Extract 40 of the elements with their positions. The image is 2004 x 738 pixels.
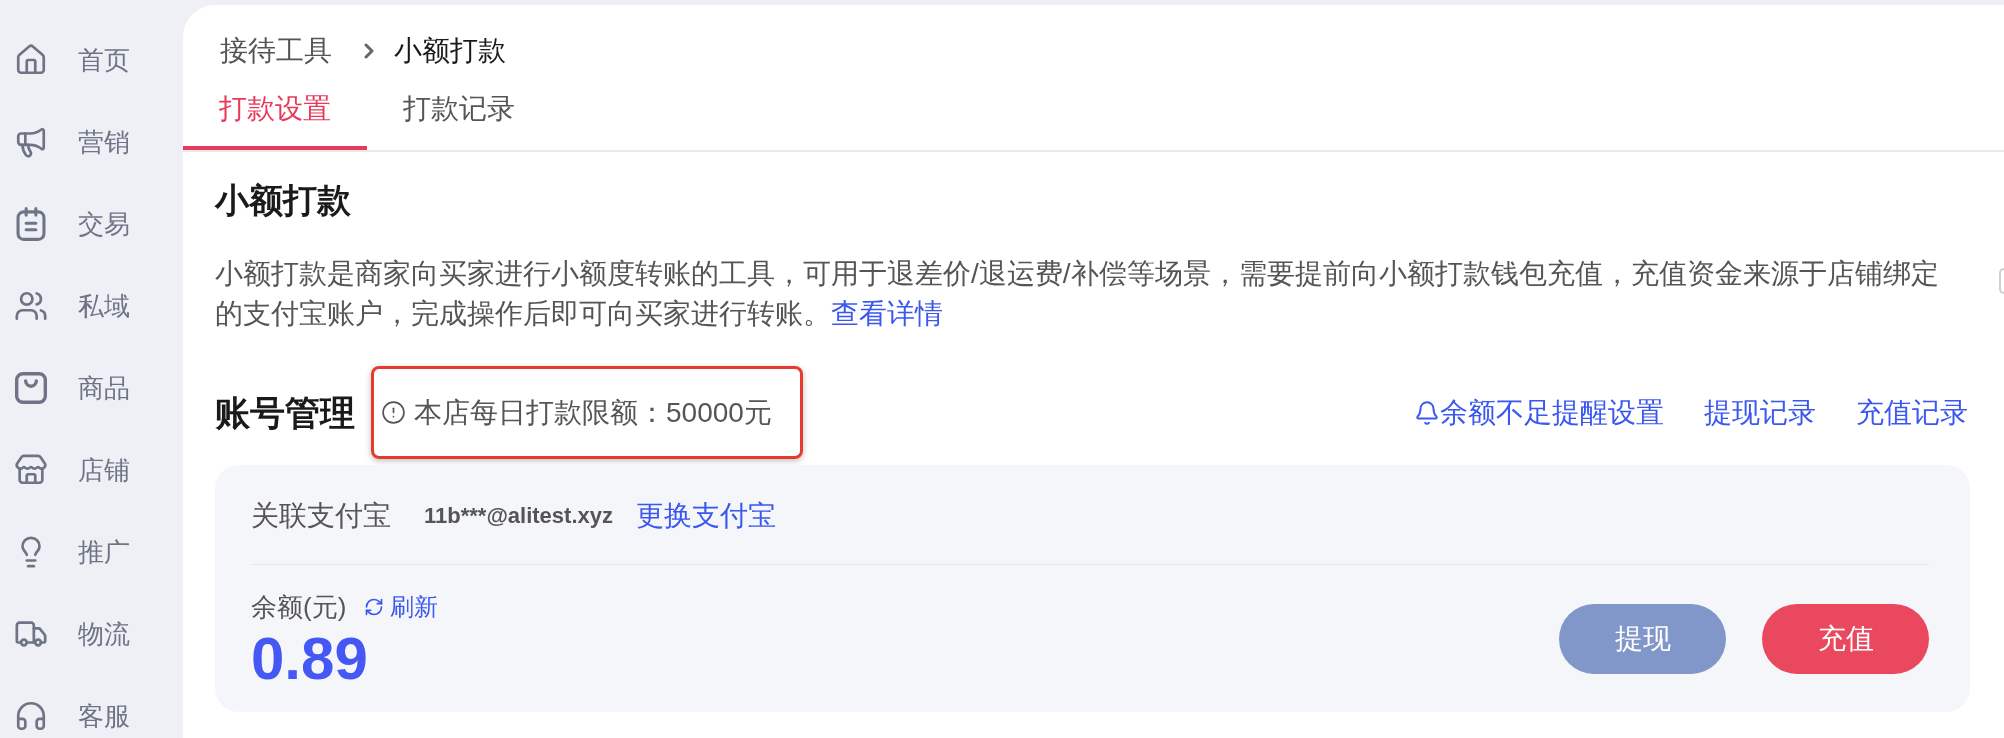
limit-note: 本店每日打款限额：50000元 xyxy=(414,395,772,430)
details-link[interactable]: 查看详情 xyxy=(831,298,943,329)
info-icon xyxy=(381,400,406,425)
refresh-link[interactable]: 刷新 xyxy=(364,587,439,627)
balance-amount: 0.89 xyxy=(251,627,369,691)
users-icon xyxy=(14,289,48,323)
chevron-right-icon xyxy=(364,43,374,59)
sidebar-item[interactable]: 店铺 xyxy=(14,450,130,490)
headset-icon xyxy=(14,699,48,733)
header-link[interactable]: 充值记录 xyxy=(1856,392,1968,433)
header-link[interactable]: 余额不足提醒设置 xyxy=(1414,392,1664,433)
store-icon xyxy=(14,453,48,487)
bell-icon xyxy=(1414,399,1440,426)
account-email: 11b***@alitest.xyz xyxy=(424,502,613,530)
action-button[interactable]: 充值 xyxy=(1762,604,1929,674)
sidebar-item[interactable]: 交易 xyxy=(14,204,130,244)
tab[interactable]: 打款设置 xyxy=(183,89,367,150)
sidebar-item[interactable]: 物流 xyxy=(14,614,130,654)
action-button[interactable]: 提现 xyxy=(1559,604,1726,674)
section-title: 小额打款 xyxy=(215,180,352,221)
section-title: 账号管理 xyxy=(215,391,355,434)
intro-text: 小额打款是商家向买家进行小额度转账的工具，可用于退差价/退运费/补偿等场景，需要提前向小额打款钱包充值，充值资金来源于店铺绑定的支付宝账户，完成操作后即可向买家进行转账。查看详情 xyxy=(215,257,1940,331)
sidebar-item[interactable]: 客服 xyxy=(14,696,130,736)
bag-icon xyxy=(14,371,48,405)
breadcrumb-link[interactable]: 接待工具 xyxy=(220,31,332,71)
change-account-link[interactable]: 更换支付宝 xyxy=(636,496,776,536)
breadcrumb-current: 小额打款 xyxy=(394,34,506,68)
sidebar-item[interactable]: 推广 xyxy=(14,532,130,572)
sidebar-item[interactable]: 商品 xyxy=(14,368,130,408)
sidebar-item[interactable]: 首页 xyxy=(14,40,130,80)
sidebar-item[interactable]: 营销 xyxy=(14,122,130,162)
balance-label: 余额(元) xyxy=(251,591,347,624)
home-icon xyxy=(14,43,48,77)
refresh-icon xyxy=(364,597,385,617)
field-label: 关联支付宝 xyxy=(251,499,391,533)
sidebar-item[interactable]: 私域 xyxy=(14,286,130,326)
megaphone-icon xyxy=(14,125,48,159)
header-link[interactable]: 提现记录 xyxy=(1704,392,1816,433)
tab[interactable]: 打款记录 xyxy=(367,89,551,150)
notepad-icon xyxy=(14,207,48,241)
